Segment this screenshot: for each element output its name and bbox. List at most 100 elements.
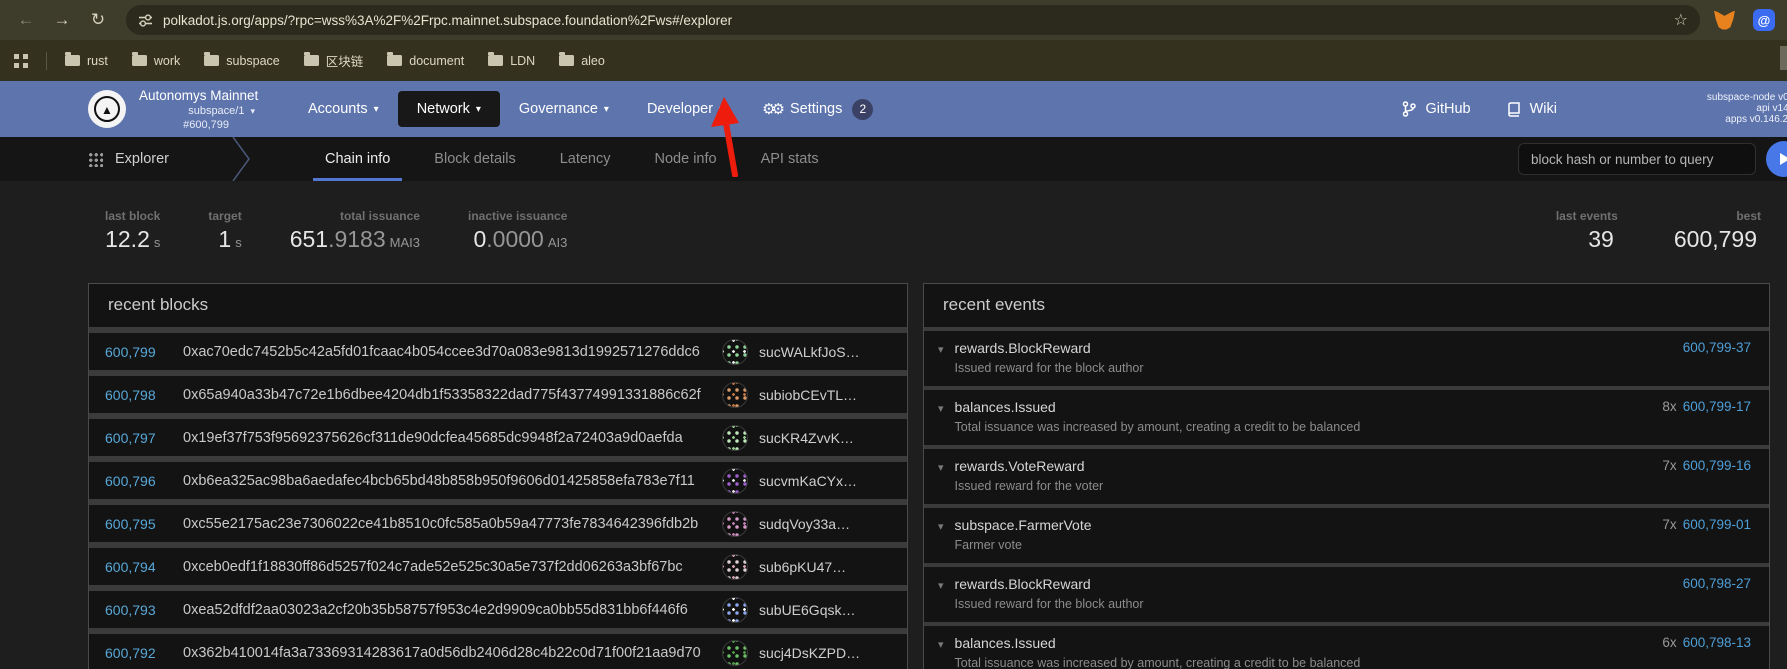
nav-network[interactable]: Network▾ xyxy=(398,91,500,127)
identicon[interactable] xyxy=(722,554,748,580)
list-item: ▾ rewards.VoteReward Issued reward for t… xyxy=(924,445,1769,504)
stat: total issuance 651.9183MAI3 xyxy=(290,209,420,253)
folder-icon xyxy=(132,55,147,66)
stat-value: 39 xyxy=(1556,226,1618,253)
event-type: rewards.BlockReward xyxy=(955,340,1144,356)
event-block-link[interactable]: 600,798-27 xyxy=(1683,576,1751,591)
app-header: ▲ Autonomys Mainnet subspace/1▾ #600,799… xyxy=(0,81,1787,137)
identicon[interactable] xyxy=(722,640,748,666)
search-submit-button[interactable] xyxy=(1766,141,1787,177)
metamask-extension-icon[interactable] xyxy=(1714,11,1735,30)
event-block-link[interactable]: 600,798-13 xyxy=(1683,635,1751,650)
expand-toggle-icon[interactable]: ▾ xyxy=(938,402,944,415)
block-number-link[interactable]: 600,794 xyxy=(105,559,157,575)
chain-label: subspace/1▾ xyxy=(139,105,255,117)
chevron-down-icon: ▾ xyxy=(374,104,379,115)
event-type: rewards.BlockReward xyxy=(955,576,1144,592)
tab-chain-info[interactable]: Chain info xyxy=(303,137,412,181)
event-type: balances.Issued xyxy=(955,635,1361,651)
expand-toggle-icon[interactable]: ▾ xyxy=(938,579,944,592)
recent-blocks-title: recent blocks xyxy=(89,284,907,327)
site-settings-icon[interactable] xyxy=(138,13,153,28)
tab-latency[interactable]: Latency xyxy=(538,137,633,181)
wiki-link[interactable]: Wiki xyxy=(1507,101,1557,117)
event-description: Total issuance was increased by amount, … xyxy=(955,656,1361,669)
block-author-link[interactable]: sub6pKU47… xyxy=(759,559,891,575)
event-count: 6x xyxy=(1662,635,1676,650)
tab-block-details[interactable]: Block details xyxy=(412,137,537,181)
event-description: Issued reward for the voter xyxy=(955,479,1104,493)
bookmark-star-icon[interactable]: ☆ xyxy=(1674,10,1688,30)
event-count: 8x xyxy=(1662,399,1676,414)
recent-events-list: ▾ rewards.BlockReward Issued reward for … xyxy=(924,331,1769,669)
bookmark-folder[interactable]: work xyxy=(132,51,180,70)
block-author-link[interactable]: subiobCEvTL… xyxy=(759,387,891,403)
event-link-wrap: 600,798-27 xyxy=(1665,576,1751,591)
scrollbar-thumb[interactable] xyxy=(1780,46,1787,70)
reload-icon[interactable]: ↻ xyxy=(84,6,112,34)
bookmark-label: work xyxy=(154,54,180,68)
stat-label: best xyxy=(1674,209,1761,223)
tab-api-stats[interactable]: API stats xyxy=(739,137,841,181)
event-block-link[interactable]: 600,799-17 xyxy=(1683,399,1751,414)
block-author-link[interactable]: sucKR4ZvvK… xyxy=(759,430,891,446)
block-search xyxy=(1518,141,1787,177)
api-version: api v14.3 xyxy=(1707,103,1787,114)
event-block-link[interactable]: 600,799-01 xyxy=(1683,517,1751,532)
table-row: 600,793 0xea52dfdf2aa03023a2cf20b35b5875… xyxy=(89,591,907,628)
block-author-link[interactable]: subUE6Gqsk… xyxy=(759,602,891,618)
event-block-link[interactable]: 600,799-37 xyxy=(1683,340,1751,355)
network-brand[interactable]: Autonomys Mainnet subspace/1▾ #600,799 xyxy=(139,88,255,131)
block-hash: 0x65a940a33b47c72e1b6dbee4204db1f5335832… xyxy=(183,387,701,403)
forward-icon[interactable]: → xyxy=(48,6,76,34)
nav-governance[interactable]: Governance▾ xyxy=(500,91,628,127)
expand-toggle-icon[interactable]: ▾ xyxy=(938,343,944,356)
block-search-input[interactable] xyxy=(1518,143,1756,175)
identicon[interactable] xyxy=(722,425,748,451)
expand-toggle-icon[interactable]: ▾ xyxy=(938,520,944,533)
identicon[interactable] xyxy=(722,382,748,408)
explorer-grid-icon[interactable] xyxy=(88,152,103,167)
block-number-link[interactable]: 600,796 xyxy=(105,473,157,489)
bookmark-folder[interactable]: aleo xyxy=(559,51,605,70)
block-number-link[interactable]: 600,798 xyxy=(105,387,157,403)
address-bar[interactable]: polkadot.js.org/apps/?rpc=wss%3A%2F%2Frp… xyxy=(126,5,1700,35)
block-hash: 0xea52dfdf2aa03023a2cf20b35b58757f953c4e… xyxy=(183,602,688,618)
identicon[interactable] xyxy=(722,468,748,494)
back-icon[interactable]: ← xyxy=(12,6,40,34)
event-description: Issued reward for the block author xyxy=(955,361,1144,375)
identicon[interactable] xyxy=(722,339,748,365)
block-author-link[interactable]: sucj4DsKZPD… xyxy=(759,645,891,661)
bookmark-folder[interactable]: rust xyxy=(65,51,108,70)
identicon[interactable] xyxy=(722,511,748,537)
event-link-wrap: 6x 600,798-13 xyxy=(1650,635,1751,650)
git-branch-icon xyxy=(1402,101,1416,117)
block-number-link[interactable]: 600,792 xyxy=(105,645,157,661)
event-block-link[interactable]: 600,799-16 xyxy=(1683,458,1751,473)
bookmark-folder[interactable]: LDN xyxy=(488,51,535,70)
bookmark-folder[interactable]: 区块链 xyxy=(304,51,364,70)
event-main: rewards.BlockReward Issued reward for th… xyxy=(955,576,1144,611)
github-link[interactable]: GitHub xyxy=(1402,101,1470,117)
block-number-link[interactable]: 600,799 xyxy=(105,344,157,360)
block-author-link[interactable]: sucvmKaCYx… xyxy=(759,473,891,489)
apps-grid-icon[interactable] xyxy=(14,54,28,68)
folder-icon xyxy=(204,55,219,66)
block-number-link[interactable]: 600,797 xyxy=(105,430,157,446)
block-number-link[interactable]: 600,795 xyxy=(105,516,157,532)
extension-icon[interactable]: @ xyxy=(1753,9,1775,31)
nav-settings[interactable]: ⚙⚙ Settings 2 xyxy=(743,89,892,130)
section-divider-chevron xyxy=(231,137,251,181)
nav-accounts[interactable]: Accounts▾ xyxy=(289,91,398,127)
autonomys-logo[interactable]: ▲ xyxy=(88,90,126,128)
block-author-link[interactable]: sucWALkfJoS… xyxy=(759,344,891,360)
identicon[interactable] xyxy=(722,597,748,623)
expand-toggle-icon[interactable]: ▾ xyxy=(938,638,944,651)
event-description: Farmer vote xyxy=(955,538,1092,552)
block-number-link[interactable]: 600,793 xyxy=(105,602,157,618)
bookmark-folder[interactable]: subspace xyxy=(204,51,280,70)
expand-toggle-icon[interactable]: ▾ xyxy=(938,461,944,474)
bookmark-folder[interactable]: document xyxy=(387,51,464,70)
bookmark-label: subspace xyxy=(226,54,280,68)
block-author-link[interactable]: sudqVoy33a… xyxy=(759,516,891,532)
